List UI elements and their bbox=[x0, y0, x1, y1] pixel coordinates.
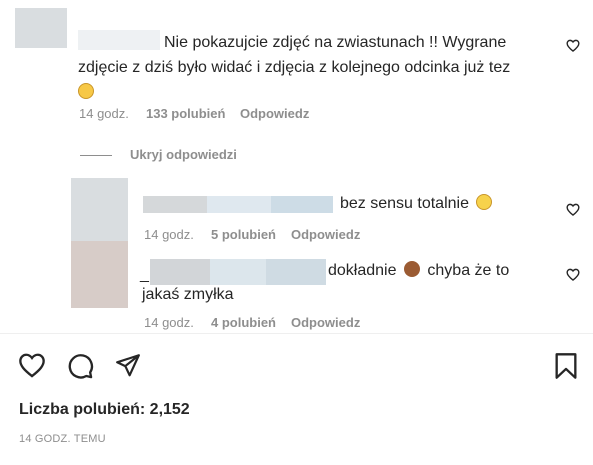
comment-line-1: Nie pokazujcie zdjęć na zwiastunach !! W… bbox=[164, 34, 507, 51]
like-comment-heart-icon[interactable] bbox=[566, 39, 580, 52]
comment-text: Nie pokazujcie zdjęć na zwiastunach !! W… bbox=[164, 30, 564, 55]
comment-line-2: zdjęcie z dziś było widać i zdjęcia z ko… bbox=[78, 59, 511, 76]
comment-bubble-icon[interactable] bbox=[66, 352, 94, 380]
reply-time: 14 godz. bbox=[144, 227, 194, 242]
comment-time: 14 godz. bbox=[79, 106, 129, 121]
reply-text-line2: jakaś zmyłka bbox=[142, 286, 234, 303]
reply-text: dokładnie chyba że to bbox=[328, 258, 509, 283]
reply-text-content: dokładnie bbox=[328, 262, 397, 279]
like-reply-heart-icon[interactable] bbox=[566, 203, 580, 216]
post-timestamp: 14 GODZ. TEMU bbox=[19, 433, 106, 445]
reply-likes[interactable]: 4 polubień bbox=[211, 315, 276, 330]
comment-text-line2: zdjęcie z dziś było widać i zdjęcia z ko… bbox=[78, 55, 548, 80]
share-send-icon[interactable] bbox=[114, 352, 142, 378]
smirking-face-icon bbox=[78, 83, 94, 102]
comment-meta: 14 godz. bbox=[79, 106, 129, 121]
reply-likes[interactable]: 5 polubień bbox=[211, 227, 276, 242]
reply-button[interactable]: Odpowiedz bbox=[291, 315, 360, 330]
reply-text: bez sensu totalnie bbox=[340, 191, 493, 216]
face-with-rolling-eyes-icon bbox=[476, 194, 493, 210]
see-no-evil-monkey-icon bbox=[403, 261, 420, 277]
reply-text-continued: chyba że to bbox=[427, 262, 510, 279]
reply-text-content: bez sensu totalnie bbox=[340, 195, 469, 212]
reply-avatar[interactable] bbox=[71, 178, 128, 241]
avatar[interactable] bbox=[15, 8, 67, 48]
like-post-heart-icon[interactable] bbox=[18, 352, 46, 378]
replies-toggle-line bbox=[80, 155, 112, 156]
username-redacted[interactable] bbox=[78, 30, 160, 50]
reply-time: 14 godz. bbox=[144, 315, 194, 330]
save-bookmark-icon[interactable] bbox=[554, 352, 578, 380]
post-likes-count[interactable]: Liczba polubień: 2,152 bbox=[19, 401, 190, 419]
hide-replies-button[interactable]: Ukryj odpowiedzi bbox=[130, 147, 237, 162]
comment-likes[interactable]: 133 polubień bbox=[146, 106, 225, 121]
reply-avatar[interactable] bbox=[71, 241, 128, 308]
section-divider bbox=[0, 333, 593, 334]
like-reply-heart-icon[interactable] bbox=[566, 268, 580, 281]
username-redacted[interactable] bbox=[143, 196, 333, 213]
reply-button[interactable]: Odpowiedz bbox=[291, 227, 360, 242]
reply-button[interactable]: Odpowiedz bbox=[240, 106, 309, 121]
